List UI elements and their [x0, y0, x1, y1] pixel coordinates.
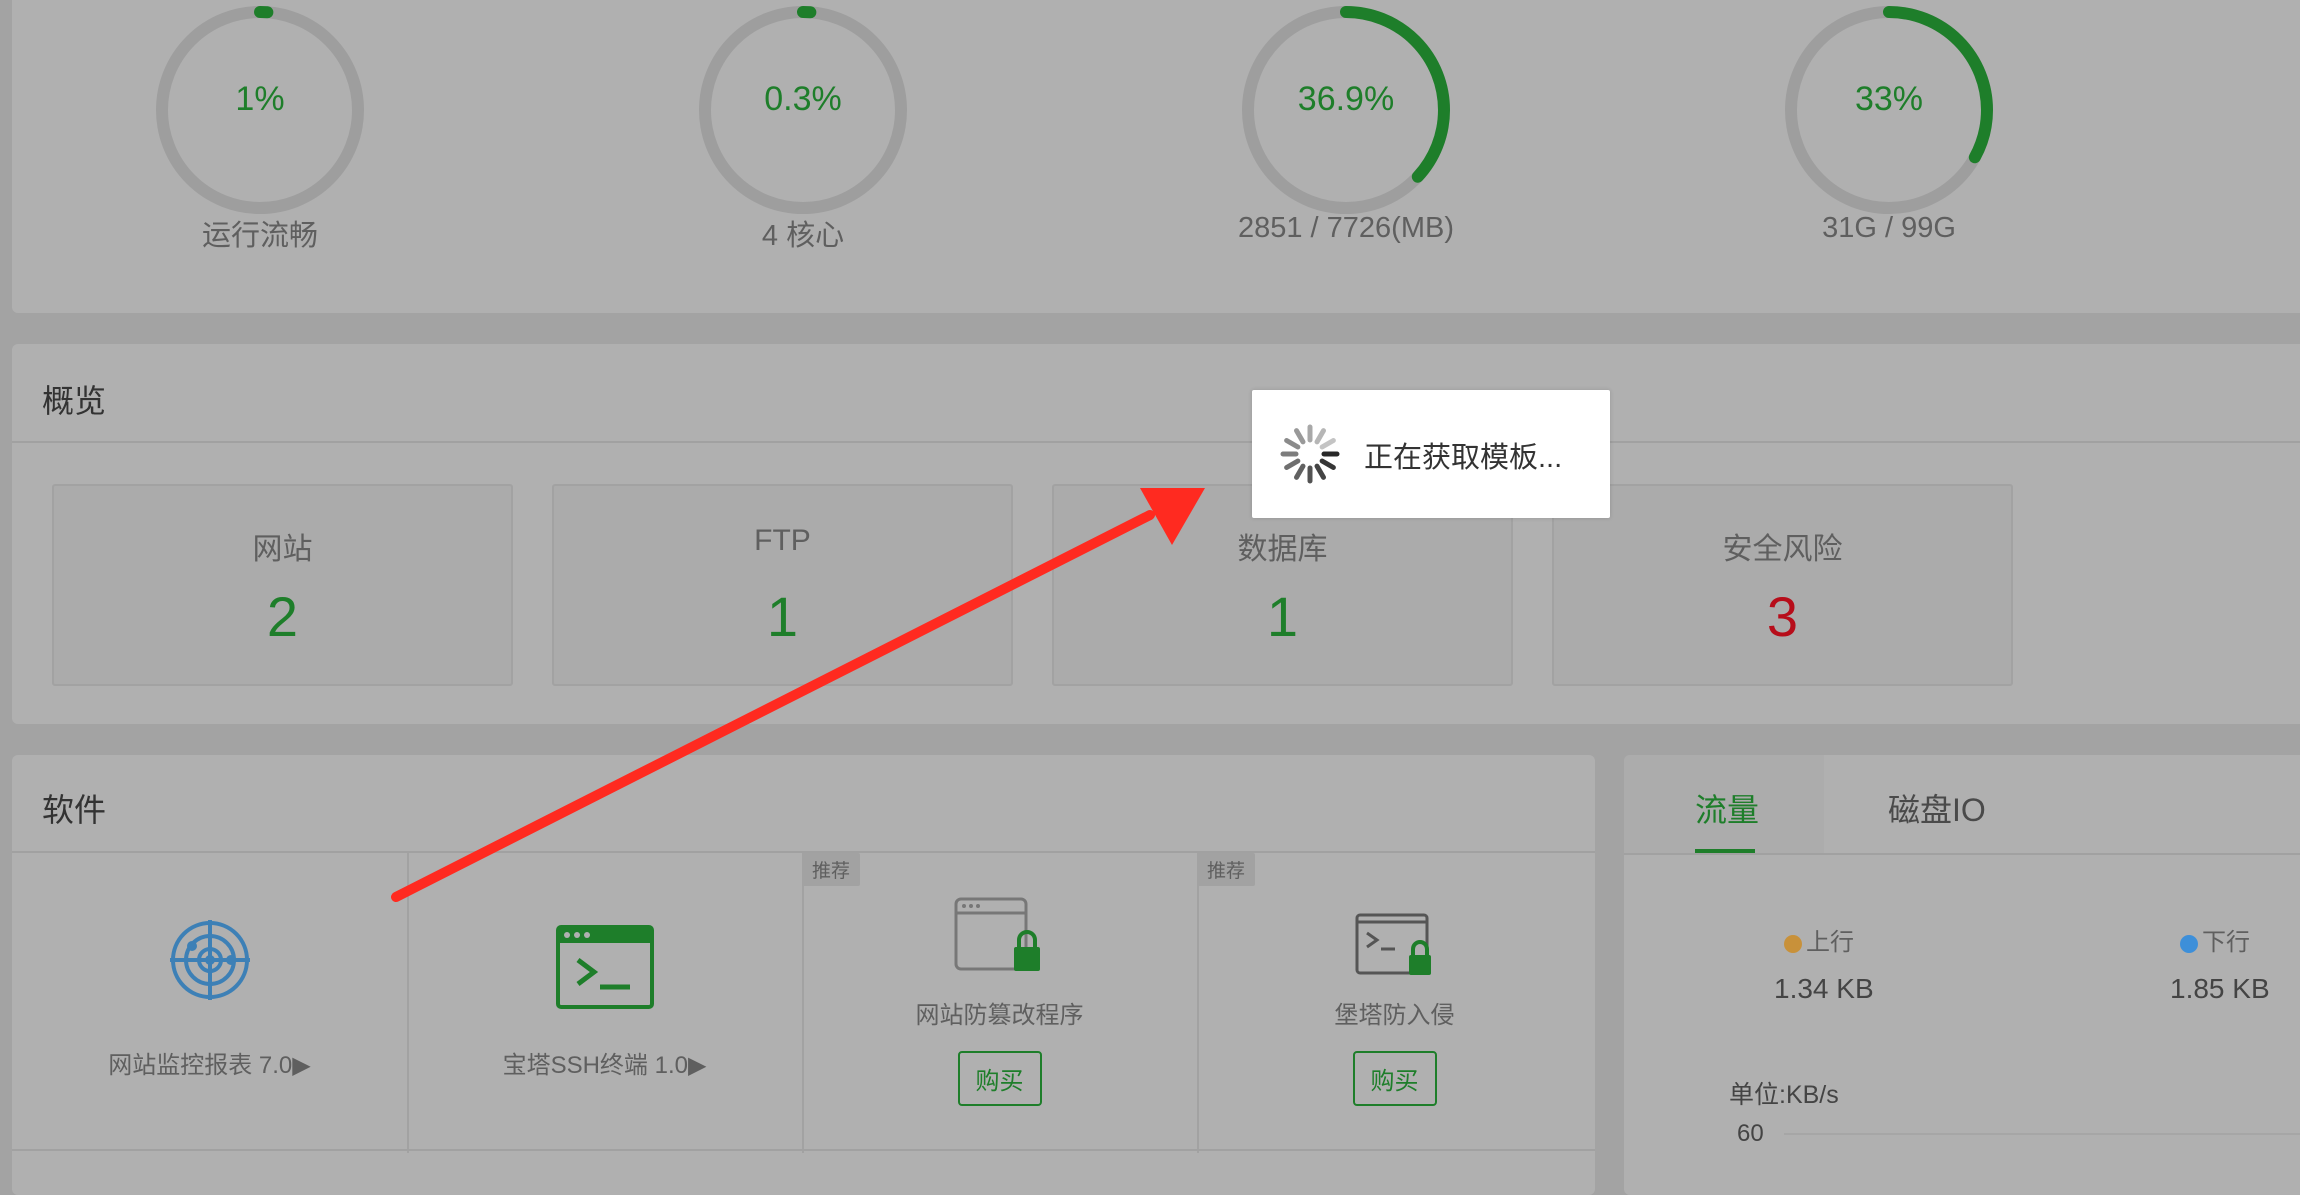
loading-dialog: 正在获取模板... — [1252, 390, 1610, 518]
spinner-segment — [1319, 458, 1336, 470]
spinner-segment — [1319, 438, 1336, 450]
spinner-segment — [1294, 428, 1306, 445]
loading-text: 正在获取模板... — [1364, 442, 1563, 474]
spinner-icon — [1280, 424, 1340, 484]
spinner-segment — [1314, 428, 1326, 445]
spinner-segment — [1284, 458, 1301, 470]
red-arrow-annotation — [391, 488, 1205, 902]
spinner-segment — [1284, 438, 1301, 450]
spinner-segment — [1294, 463, 1306, 480]
spinner-segment — [1314, 463, 1326, 480]
